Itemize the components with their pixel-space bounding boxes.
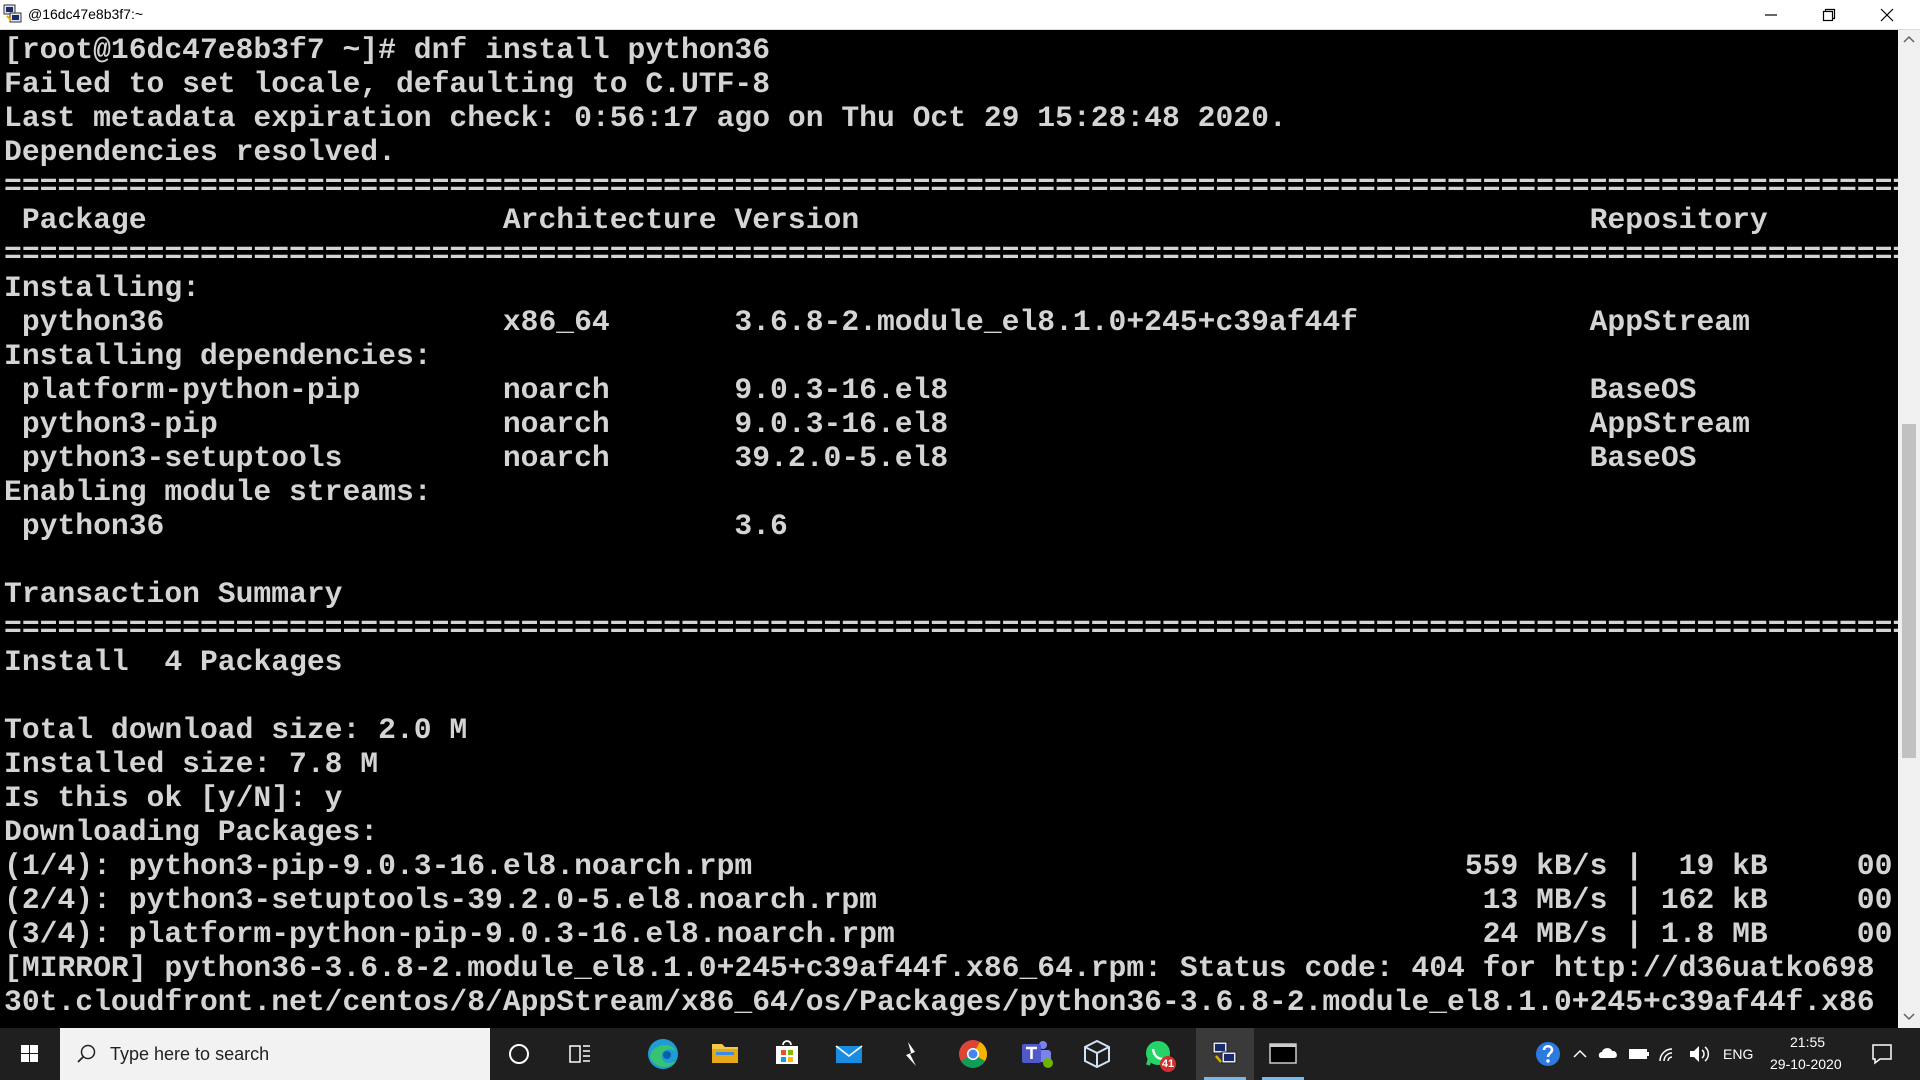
edge-taskbar-button[interactable] [638, 1028, 688, 1080]
minimize-icon [1765, 14, 1777, 16]
terminal-line: [MIRROR] python36-3.6.8-2.module_el8.1.0… [4, 951, 1875, 985]
file-explorer-taskbar-button[interactable] [700, 1028, 750, 1080]
chevron-up-icon [1573, 1049, 1587, 1058]
clock-date: 29-10-2020 [1770, 1056, 1842, 1072]
terminal-line: Transaction Summary [4, 577, 343, 611]
cube-app-icon [1084, 1039, 1110, 1069]
terminal-line: Downloading Packages: [4, 815, 379, 849]
terminal-line: Dependencies resolved. [4, 135, 396, 169]
search-placeholder: Type here to search [110, 1044, 270, 1064]
terminal-line: (1/4): python3-pip-9.0.3-16.el8.noarch.r… [4, 849, 1898, 883]
terminal-line: python3-pip noarch 9.0.3-16.el8 AppStrea… [4, 407, 1898, 441]
whatsapp-taskbar-button[interactable]: 41 [1134, 1028, 1186, 1080]
store-taskbar-button[interactable] [762, 1028, 812, 1080]
whatsapp-icon [1146, 1041, 1170, 1066]
cortana-button[interactable] [495, 1028, 543, 1080]
terminal-line: python36 x86_64 3.6.8-2.module_el8.1.0+2… [4, 305, 1898, 339]
notification-icon [1872, 1044, 1892, 1065]
putty-icon [1212, 1041, 1237, 1064]
scroll-up-arrow-icon[interactable] [1903, 34, 1915, 44]
vertical-scrollbar[interactable] [1898, 30, 1920, 1028]
terminal-line: platform-python-pip noarch 9.0.3-16.el8 … [4, 373, 1898, 407]
terminal-line: Is this ok [y/N]: y [4, 781, 343, 815]
terminal-line: (3/4): platform-python-pip-9.0.3-16.el8.… [4, 917, 1898, 951]
clock-tray-button[interactable]: 21:55 29-10-2020 [1764, 1028, 1856, 1080]
taskbar: Type here to search 41 ENG 21:55 29-10-2… [0, 1028, 1920, 1080]
cortana-circle-icon [509, 1044, 529, 1064]
terminal-line: Package Architecture Version Repository … [4, 203, 1898, 237]
scroll-down-arrow-icon[interactable] [1903, 1012, 1915, 1022]
terminal-line: Enabling module streams: [4, 475, 432, 509]
task-view-button[interactable] [555, 1028, 605, 1080]
action-center-button[interactable] [1862, 1028, 1902, 1080]
minimize-button[interactable] [1742, 0, 1800, 29]
taskbar-search-box[interactable]: Type here to search [60, 1028, 490, 1080]
window-titlebar[interactable]: @16dc47e8b3f7:~ [0, 0, 1920, 30]
help-question-icon [1536, 1042, 1560, 1066]
task-view-icon [569, 1045, 590, 1063]
clock-time: 21:55 [1790, 1034, 1826, 1050]
terminal-line: Installing: [4, 271, 200, 305]
volume-tray-button[interactable] [1686, 1028, 1714, 1080]
input-language-indicator[interactable]: ENG [1723, 1046, 1753, 1062]
terminal-taskbar-button[interactable] [1254, 1028, 1312, 1080]
terminal-line: ========================================… [4, 169, 1898, 203]
mail-taskbar-button[interactable] [824, 1028, 874, 1080]
putty-taskbar-button[interactable] [1196, 1028, 1254, 1080]
teams-taskbar-button[interactable] [1010, 1028, 1062, 1080]
putty-app-icon[interactable] [3, 4, 23, 24]
onedrive-tray-button[interactable] [1596, 1028, 1622, 1080]
terminal-line: (2/4): python3-setuptools-39.2.0-5.el8.n… [4, 883, 1898, 917]
terminal-line: [root@16dc47e8b3f7 ~]# dnf install pytho… [4, 33, 771, 67]
terminal-line: Failed to set locale, defaulting to C.UT… [4, 67, 771, 101]
terminal-line: python36 3.6 [4, 509, 788, 543]
restore-icon [1822, 8, 1836, 22]
mail-envelope-icon [835, 1045, 863, 1063]
show-hidden-icons-button[interactable] [1568, 1028, 1592, 1080]
window-title: @16dc47e8b3f7:~ [28, 6, 144, 22]
edge-browser-icon [648, 1039, 678, 1069]
whatsapp-unread-badge: 41 [1160, 1056, 1176, 1072]
virtualbox-taskbar-button[interactable] [1072, 1028, 1122, 1080]
battery-icon [1629, 1049, 1649, 1059]
terminal-line: ========================================… [4, 237, 1898, 271]
wifi-icon [1659, 1048, 1673, 1062]
close-icon [1880, 8, 1894, 22]
folder-icon [712, 1044, 738, 1063]
search-icon [77, 1044, 96, 1063]
restore-button[interactable] [1800, 0, 1858, 29]
terminal-line: 30t.cloudfront.net/centos/8/AppStream/x8… [4, 985, 1875, 1019]
terminal-line: Installing dependencies: [4, 339, 432, 373]
cloud-icon [1598, 1048, 1617, 1058]
network-tray-button[interactable] [1656, 1028, 1682, 1080]
terminal-line: Total download size: 2.0 M [4, 713, 468, 747]
terminal-line: Last metadata expiration check: 0:56:17 … [4, 101, 1287, 135]
speaker-icon [1690, 1046, 1710, 1062]
store-bag-icon [776, 1040, 798, 1064]
chrome-taskbar-button[interactable] [948, 1028, 998, 1080]
terminal-output[interactable]: [root@16dc47e8b3f7 ~]# dnf install pytho… [0, 30, 1898, 1028]
terminal-line: Installed size: 7.8 M [4, 747, 379, 781]
terminal-line: python3-setuptools noarch 39.2.0-5.el8 B… [4, 441, 1898, 475]
scrollbar-thumb[interactable] [1902, 424, 1916, 758]
windows-logo-icon [21, 1045, 38, 1062]
start-button[interactable] [0, 1028, 60, 1080]
help-tray-button[interactable] [1530, 1028, 1566, 1080]
terminal-line: Install 4 Packages [4, 645, 343, 679]
powershell-taskbar-button[interactable] [886, 1028, 936, 1080]
lightning-app-icon [906, 1042, 916, 1066]
close-button[interactable] [1858, 0, 1920, 29]
teams-icon [1022, 1041, 1053, 1068]
battery-tray-button[interactable] [1626, 1028, 1652, 1080]
chrome-browser-icon [959, 1040, 987, 1068]
command-prompt-icon [1269, 1043, 1297, 1064]
terminal-line: ========================================… [4, 611, 1898, 645]
